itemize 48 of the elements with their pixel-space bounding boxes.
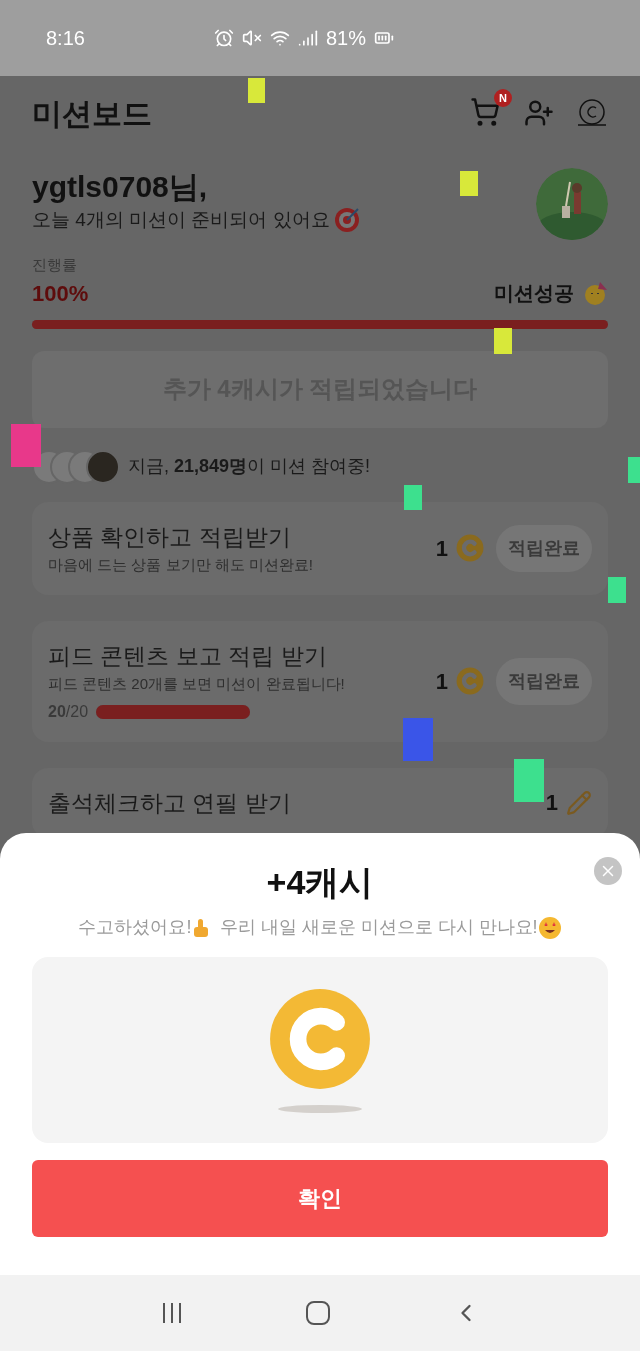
claimed-button[interactable]: 적립완료 xyxy=(496,524,592,572)
mission-status: 미션성공 xyxy=(494,281,574,306)
add-friend-icon[interactable] xyxy=(524,98,554,128)
signal-icon xyxy=(297,28,318,48)
party-face-icon xyxy=(582,280,608,306)
progress-percent: 100% xyxy=(32,279,89,308)
confetti-piece xyxy=(628,457,640,483)
coin-icon xyxy=(456,667,484,695)
confetti-piece xyxy=(608,577,626,603)
confetti-piece xyxy=(514,759,544,802)
reward-amount: 1 xyxy=(435,534,448,563)
coin-icon xyxy=(268,987,372,1091)
confirm-button[interactable]: 확인 xyxy=(32,1160,608,1237)
page-title: 미션보드 xyxy=(32,95,152,132)
reward-amount: 1 xyxy=(435,667,448,696)
sheet-title: +4캐시 xyxy=(266,862,374,903)
sheet-message: 수고하셨어요! xyxy=(78,916,192,939)
coin-icon xyxy=(456,534,484,562)
greeting-name: ygtls0708님, xyxy=(32,169,209,205)
confetti-piece xyxy=(404,485,422,510)
mission-description: 마음에 드는 상품 보기만 해도 미션완료! xyxy=(48,555,314,575)
status-time: 8:16 xyxy=(46,26,85,51)
sheet-message: 우리 내일 새로운 미션으로 다시 만나요! xyxy=(219,916,538,939)
confetti-piece xyxy=(494,328,512,354)
confetti-piece xyxy=(460,171,478,196)
mute-icon xyxy=(241,28,262,48)
alarm-icon xyxy=(213,28,234,48)
participants-text: 지금, 21,849명이 미션 참여중! xyxy=(128,455,371,478)
mission-title: 상품 확인하고 적립받기 xyxy=(48,522,292,552)
confetti-piece xyxy=(403,718,433,761)
greeting-message: 오늘 4개의 미션이 준비되어 있어요 xyxy=(32,208,330,232)
coin-shadow-icon xyxy=(278,1105,362,1113)
coin-outline-icon[interactable] xyxy=(576,97,608,129)
mission-title: 피드 콘텐츠 보고 적립 받기 xyxy=(48,641,328,671)
new-badge: N xyxy=(494,89,512,107)
star-eyes-face-icon xyxy=(537,915,562,940)
mission-title: 출석체크하고 연필 받기 xyxy=(48,788,292,818)
confetti-piece xyxy=(11,424,41,467)
target-icon xyxy=(333,207,360,234)
pencil-icon xyxy=(566,789,592,816)
confetti-piece xyxy=(248,78,265,103)
home-icon[interactable] xyxy=(305,1300,331,1326)
claimed-button[interactable]: 적립완료 xyxy=(496,657,592,705)
reward-amount: 1 xyxy=(545,789,558,818)
battery-percent: 81% xyxy=(325,26,366,51)
mission-description: 피드 콘텐츠 20개를 보면 미션이 완료됩니다! xyxy=(48,674,346,694)
wifi-icon xyxy=(269,28,290,48)
cart-icon[interactable] xyxy=(470,97,500,127)
